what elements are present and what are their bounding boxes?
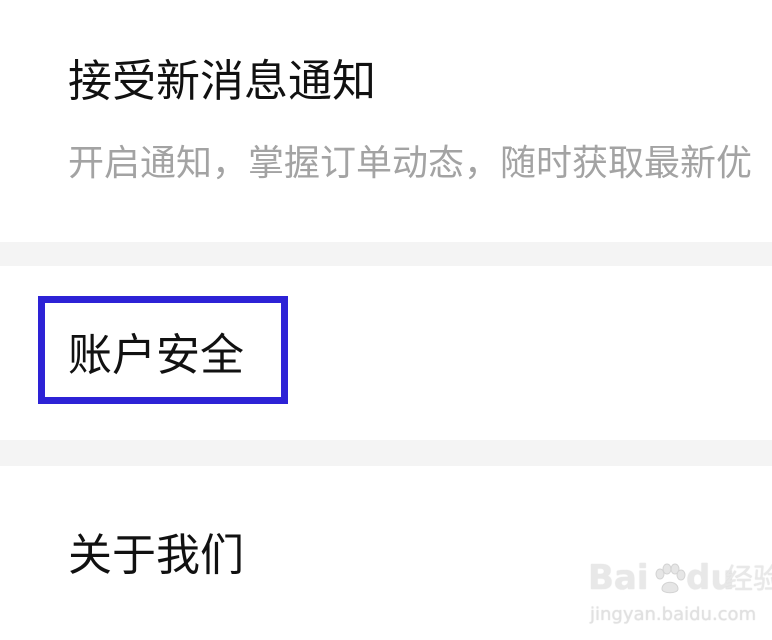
notifications-setting[interactable]: 接受新消息通知 开启通知，掌握订单动态，随时获取最新优 xyxy=(0,0,772,242)
baidu-paw-icon xyxy=(655,563,686,594)
section-divider xyxy=(0,242,772,266)
about-us-title: 关于我们 xyxy=(68,530,244,581)
notifications-title: 接受新消息通知 xyxy=(68,56,376,107)
settings-screen: 接受新消息通知 开启通知，掌握订单动态，随时获取最新优 账户安全 关于我们 Ba… xyxy=(0,0,772,640)
watermark-logo: Bai xyxy=(588,560,649,596)
highlight-box xyxy=(38,296,288,404)
watermark-url: jingyan.baidu.com xyxy=(590,604,757,625)
notifications-description: 开启通知，掌握订单动态，随时获取最新优 xyxy=(68,143,753,184)
baidu-jingyan-watermark: Bai du 经验 jingyan.baidu.com xyxy=(588,560,772,636)
watermark-product: 经验 xyxy=(725,562,772,595)
watermark-brand: Bai xyxy=(588,558,649,598)
section-divider xyxy=(0,440,772,466)
